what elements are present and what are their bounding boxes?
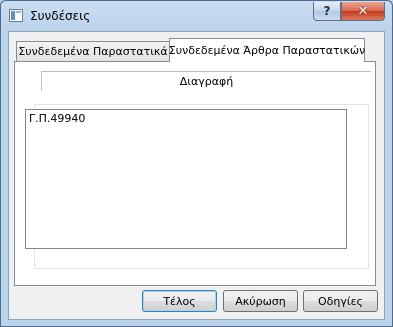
dialog-client-area: Συνδεδεμένα Παραστατικά Συνδεδεμένα Άρθρ… [8, 31, 385, 320]
tab-linked-documents[interactable]: Συνδεδεμένα Παραστατικά [16, 41, 170, 61]
tab-linked-document-items[interactable]: Συνδεδεμένα Άρθρα Παραστατικών [169, 38, 365, 62]
tab-label: Συνδεδεμένα Παραστατικά [18, 45, 168, 58]
subtab-delete[interactable]: Διαγραφή [41, 71, 371, 91]
help-icon: ? [323, 4, 331, 18]
close-icon: ✕ [357, 3, 369, 19]
tab-panel: Διαγραφή Γ.Π.49940 [14, 61, 376, 286]
title-bar[interactable]: Συνδέσεις ? ✕ [1, 1, 392, 31]
app-window-icon [9, 9, 23, 22]
linked-items-list[interactable]: Γ.Π.49940 [25, 109, 347, 249]
dialog-window: Συνδέσεις ? ✕ Συνδεδεμένα Παραστατικά Συ… [0, 0, 393, 327]
subtab-label: Διαγραφή [179, 75, 234, 88]
tab-label: Συνδεδεμένα Άρθρα Παραστατικών [168, 44, 366, 57]
close-button[interactable]: ✕ [341, 2, 385, 21]
instructions-button[interactable]: Οδηγίες [303, 290, 378, 312]
help-button[interactable]: ? [313, 2, 341, 21]
cancel-button[interactable]: Ακύρωση [223, 290, 298, 312]
finish-button[interactable]: Τέλος [142, 290, 217, 312]
list-item[interactable]: Γ.Π.49940 [29, 112, 343, 126]
window-title: Συνδέσεις [30, 9, 91, 23]
